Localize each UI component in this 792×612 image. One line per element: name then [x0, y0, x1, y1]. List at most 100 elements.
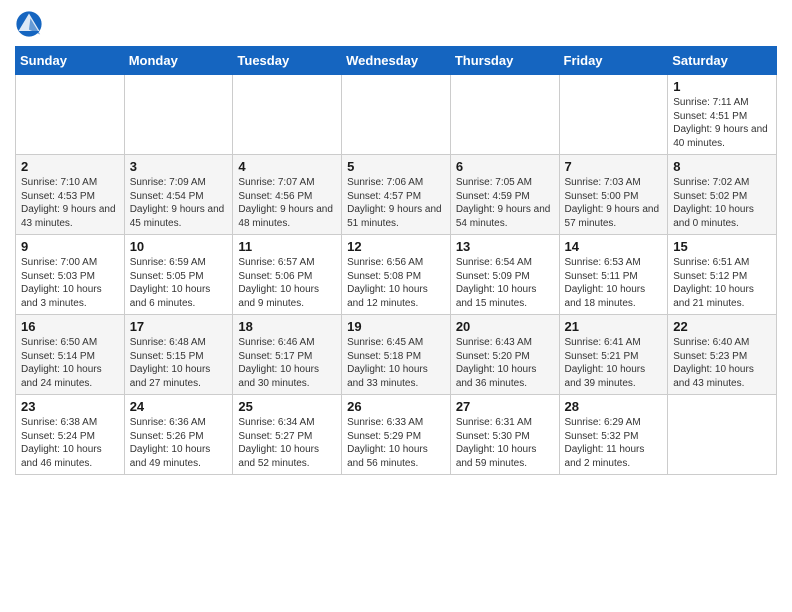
day-cell: 25Sunrise: 6:34 AM Sunset: 5:27 PM Dayli…	[233, 395, 342, 475]
day-number: 13	[456, 239, 554, 254]
day-cell: 7Sunrise: 7:03 AM Sunset: 5:00 PM Daylig…	[559, 155, 668, 235]
day-info: Sunrise: 7:07 AM Sunset: 4:56 PM Dayligh…	[238, 176, 336, 230]
weekday-monday: Monday	[124, 47, 233, 75]
day-cell: 9 Sunrise: 7:00 AM Sunset: 5:03 PM Daylig…	[16, 235, 125, 315]
day-cell: 2 Sunrise: 7:10 AM Sunset: 4:53 PM Daylig…	[16, 155, 125, 235]
weekday-saturday: Saturday	[668, 47, 777, 75]
logo	[15, 10, 47, 38]
day-number: 6	[456, 159, 554, 174]
day-number: 9	[21, 239, 119, 254]
day-number: 10	[130, 239, 228, 254]
week-row-1: 1 Sunrise: 7:11 AM Sunset: 4:51 PM Daylig…	[16, 75, 777, 155]
day-info: Sunrise: 6:57 AM Sunset: 5:06 PM Dayligh…	[238, 256, 336, 310]
day-cell: 12 Sunrise: 6:56 AM Sunset: 5:08 PM Dayli…	[342, 235, 451, 315]
day-info: Sunrise: 6:38 AM Sunset: 5:24 PM Dayligh…	[21, 416, 119, 470]
day-cell: 23 Sunrise: 6:38 AM Sunset: 5:24 PM Dayli…	[16, 395, 125, 475]
day-cell	[668, 395, 777, 475]
day-number: 4	[238, 159, 336, 174]
day-number: 25	[238, 399, 336, 414]
day-number: 15	[673, 239, 771, 254]
day-number: 22	[673, 319, 771, 334]
day-cell: 17 Sunrise: 6:48 AM Sunset: 5:15 PM Dayli…	[124, 315, 233, 395]
day-cell: 20 Sunrise: 6:43 AM Sunset: 5:20 PM Dayli…	[450, 315, 559, 395]
day-number: 2	[21, 159, 119, 174]
day-info: Sunrise: 6:48 AM Sunset: 5:15 PM Dayligh…	[130, 336, 228, 390]
day-number: 8	[673, 159, 771, 174]
day-info: Sunrise: 6:36 AM Sunset: 5:26 PM Dayligh…	[130, 416, 228, 470]
day-info: Sunrise: 6:40 AM Sunset: 5:23 PM Dayligh…	[673, 336, 771, 390]
day-info: Sunrise: 7:00 AM Sunset: 5:03 PM Dayligh…	[21, 256, 119, 310]
day-cell: 13 Sunrise: 6:54 AM Sunset: 5:09 PM Dayli…	[450, 235, 559, 315]
weekday-tuesday: Tuesday	[233, 47, 342, 75]
header	[15, 10, 777, 38]
weekday-sunday: Sunday	[16, 47, 125, 75]
day-cell: 6 Sunrise: 7:05 AM Sunset: 4:59 PM Daylig…	[450, 155, 559, 235]
day-number: 27	[456, 399, 554, 414]
day-number: 24	[130, 399, 228, 414]
day-cell	[559, 75, 668, 155]
day-number: 26	[347, 399, 445, 414]
day-cell: 26 Sunrise: 6:33 AM Sunset: 5:29 PM Dayli…	[342, 395, 451, 475]
day-info: Sunrise: 6:59 AM Sunset: 5:05 PM Dayligh…	[130, 256, 228, 310]
day-cell	[342, 75, 451, 155]
day-info: Sunrise: 6:45 AM Sunset: 5:18 PM Dayligh…	[347, 336, 445, 390]
day-info: Sunrise: 6:46 AM Sunset: 5:17 PM Dayligh…	[238, 336, 336, 390]
page: SundayMondayTuesdayWednesdayThursdayFrid…	[0, 0, 792, 485]
week-row-4: 16Sunrise: 6:50 AM Sunset: 5:14 PM Dayli…	[16, 315, 777, 395]
week-row-3: 9 Sunrise: 7:00 AM Sunset: 5:03 PM Daylig…	[16, 235, 777, 315]
day-number: 23	[21, 399, 119, 414]
day-number: 7	[565, 159, 663, 174]
day-cell: 10 Sunrise: 6:59 AM Sunset: 5:05 PM Dayli…	[124, 235, 233, 315]
day-number: 5	[347, 159, 445, 174]
day-info: Sunrise: 7:11 AM Sunset: 4:51 PM Dayligh…	[673, 96, 771, 150]
day-number: 28	[565, 399, 663, 414]
day-number: 16	[21, 319, 119, 334]
day-cell: 5 Sunrise: 7:06 AM Sunset: 4:57 PM Daylig…	[342, 155, 451, 235]
day-info: Sunrise: 7:02 AM Sunset: 5:02 PM Dayligh…	[673, 176, 771, 230]
day-cell: 8 Sunrise: 7:02 AM Sunset: 5:02 PM Daylig…	[668, 155, 777, 235]
day-info: Sunrise: 6:51 AM Sunset: 5:12 PM Dayligh…	[673, 256, 771, 310]
day-info: Sunrise: 6:53 AM Sunset: 5:11 PM Dayligh…	[565, 256, 663, 310]
day-cell: 18Sunrise: 6:46 AM Sunset: 5:17 PM Dayli…	[233, 315, 342, 395]
weekday-wednesday: Wednesday	[342, 47, 451, 75]
day-cell: 16Sunrise: 6:50 AM Sunset: 5:14 PM Dayli…	[16, 315, 125, 395]
weekday-header-row: SundayMondayTuesdayWednesdayThursdayFrid…	[16, 47, 777, 75]
day-cell: 11Sunrise: 6:57 AM Sunset: 5:06 PM Dayli…	[233, 235, 342, 315]
day-info: Sunrise: 6:33 AM Sunset: 5:29 PM Dayligh…	[347, 416, 445, 470]
day-cell	[450, 75, 559, 155]
day-number: 12	[347, 239, 445, 254]
day-info: Sunrise: 6:41 AM Sunset: 5:21 PM Dayligh…	[565, 336, 663, 390]
day-info: Sunrise: 7:05 AM Sunset: 4:59 PM Dayligh…	[456, 176, 554, 230]
day-info: Sunrise: 6:43 AM Sunset: 5:20 PM Dayligh…	[456, 336, 554, 390]
weekday-friday: Friday	[559, 47, 668, 75]
day-number: 21	[565, 319, 663, 334]
day-cell: 4 Sunrise: 7:07 AM Sunset: 4:56 PM Daylig…	[233, 155, 342, 235]
day-number: 20	[456, 319, 554, 334]
day-cell: 3 Sunrise: 7:09 AM Sunset: 4:54 PM Daylig…	[124, 155, 233, 235]
day-info: Sunrise: 7:09 AM Sunset: 4:54 PM Dayligh…	[130, 176, 228, 230]
day-cell: 15 Sunrise: 6:51 AM Sunset: 5:12 PM Dayli…	[668, 235, 777, 315]
day-cell: 19Sunrise: 6:45 AM Sunset: 5:18 PM Dayli…	[342, 315, 451, 395]
day-cell: 22 Sunrise: 6:40 AM Sunset: 5:23 PM Dayli…	[668, 315, 777, 395]
weekday-thursday: Thursday	[450, 47, 559, 75]
day-cell	[16, 75, 125, 155]
day-info: Sunrise: 6:54 AM Sunset: 5:09 PM Dayligh…	[456, 256, 554, 310]
day-cell: 14Sunrise: 6:53 AM Sunset: 5:11 PM Dayli…	[559, 235, 668, 315]
week-row-5: 23 Sunrise: 6:38 AM Sunset: 5:24 PM Dayli…	[16, 395, 777, 475]
day-cell: 27 Sunrise: 6:31 AM Sunset: 5:30 PM Dayli…	[450, 395, 559, 475]
day-cell: 1 Sunrise: 7:11 AM Sunset: 4:51 PM Daylig…	[668, 75, 777, 155]
day-number: 3	[130, 159, 228, 174]
day-cell	[233, 75, 342, 155]
week-row-2: 2 Sunrise: 7:10 AM Sunset: 4:53 PM Daylig…	[16, 155, 777, 235]
calendar: SundayMondayTuesdayWednesdayThursdayFrid…	[15, 46, 777, 475]
day-number: 1	[673, 79, 771, 94]
day-cell: 24 Sunrise: 6:36 AM Sunset: 5:26 PM Dayli…	[124, 395, 233, 475]
day-info: Sunrise: 6:29 AM Sunset: 5:32 PM Dayligh…	[565, 416, 663, 470]
day-info: Sunrise: 6:56 AM Sunset: 5:08 PM Dayligh…	[347, 256, 445, 310]
day-info: Sunrise: 6:31 AM Sunset: 5:30 PM Dayligh…	[456, 416, 554, 470]
day-info: Sunrise: 7:10 AM Sunset: 4:53 PM Dayligh…	[21, 176, 119, 230]
day-cell: 21 Sunrise: 6:41 AM Sunset: 5:21 PM Dayli…	[559, 315, 668, 395]
day-cell: 28 Sunrise: 6:29 AM Sunset: 5:32 PM Dayli…	[559, 395, 668, 475]
day-number: 17	[130, 319, 228, 334]
day-info: Sunrise: 7:06 AM Sunset: 4:57 PM Dayligh…	[347, 176, 445, 230]
